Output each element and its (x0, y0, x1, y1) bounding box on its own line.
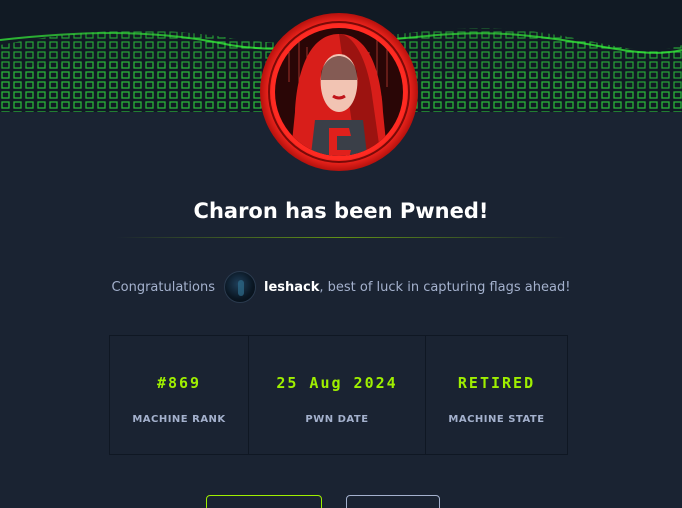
page-title: Charon has been Pwned! (193, 199, 489, 223)
congrats-prefix: Congratulations (111, 279, 215, 295)
stat-label: MACHINE RANK (132, 414, 226, 425)
secondary-action-button[interactable] (346, 495, 440, 508)
congrats-suffix: , best of luck in capturing flags ahead! (319, 279, 571, 295)
hooded-figure-avatar-icon (260, 13, 418, 171)
stat-value: #869 (156, 374, 202, 392)
stats-panel: #869 MACHINE RANK 25 Aug 2024 PWN DATE R… (109, 335, 568, 455)
stat-machine-rank: #869 MACHINE RANK (110, 336, 249, 454)
stat-value: RETIRED (457, 374, 536, 392)
username-link[interactable]: leshack (264, 280, 319, 295)
stat-machine-state: RETIRED MACHINE STATE (426, 336, 567, 454)
stat-value: 25 Aug 2024 (276, 374, 398, 392)
stat-label: MACHINE STATE (448, 414, 545, 425)
primary-action-button[interactable] (206, 495, 322, 508)
stat-label: PWN DATE (305, 414, 369, 425)
stat-pwn-date: 25 Aug 2024 PWN DATE (249, 336, 426, 454)
machine-avatar (259, 12, 419, 172)
user-avatar-icon[interactable] (223, 271, 256, 303)
congrats-message: Congratulations leshack , best of luck i… (0, 271, 682, 303)
title-divider (116, 237, 566, 238)
